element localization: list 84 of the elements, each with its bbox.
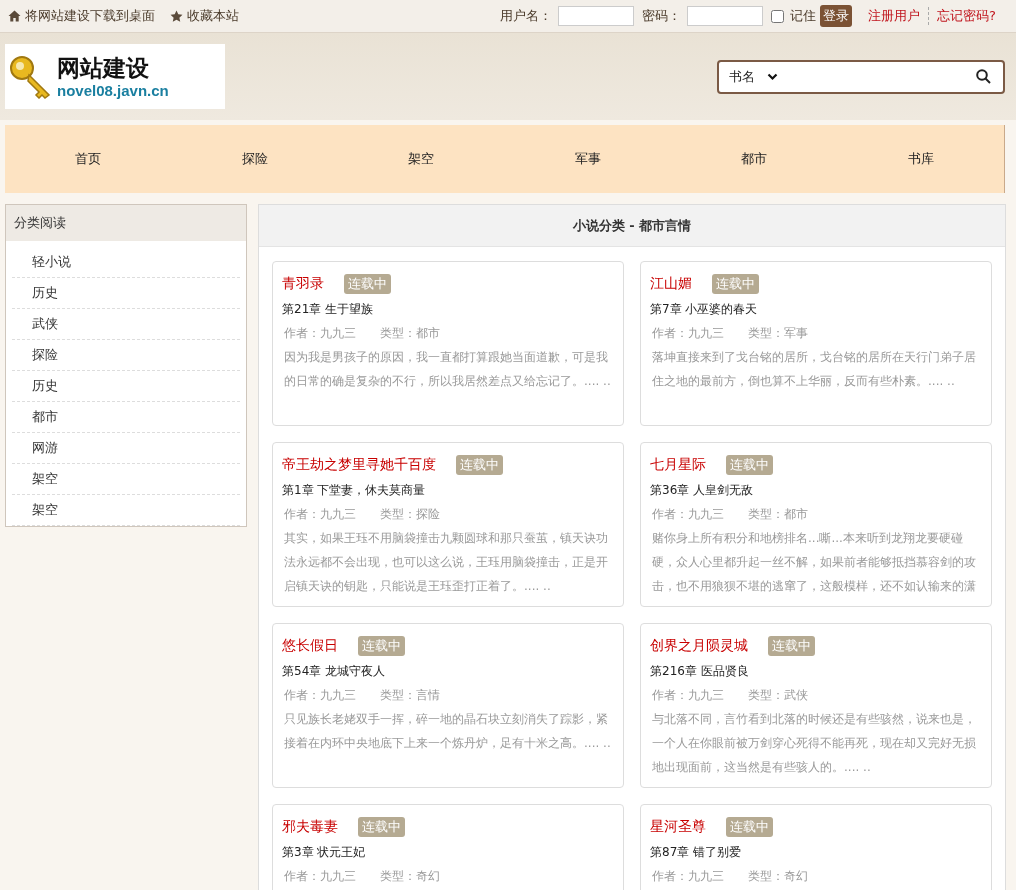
chapter-link[interactable]: 第21章 生于望族 [282, 301, 614, 318]
author-text: 作者：九九三 [652, 506, 724, 523]
author-text: 作者：九九三 [652, 868, 724, 885]
book-summary: 与北落不同，言竹看到北落的时候还是有些骇然，说来也是，一个人在你眼前被万剑穿心死得不能再死，现在却又完好无损地出现面前，这当然是有些骇人的。.... .. [651, 711, 977, 776]
book-title-link[interactable]: 江山媚 [650, 274, 692, 293]
status-badge: 连载中 [768, 635, 815, 656]
sidebar-item[interactable]: 轻小说 [12, 253, 71, 271]
genre-text: 类型：都市 [748, 506, 808, 523]
status-badge: 连载中 [726, 454, 773, 475]
book-title-link[interactable]: 七月星际 [650, 455, 706, 474]
nav-link[interactable]: 首页 [5, 125, 172, 193]
book-title-link[interactable]: 创界之月陨灵城 [650, 636, 748, 655]
sidebar-item[interactable]: 网游 [12, 439, 58, 457]
chapter-link[interactable]: 第54章 龙城守夜人 [282, 663, 614, 680]
author-text: 作者：九九三 [284, 687, 356, 704]
search-icon[interactable] [976, 69, 991, 84]
sidebar-item[interactable]: 架空 [12, 501, 58, 519]
chapter-link[interactable]: 第216章 医品贤良 [650, 663, 982, 680]
genre-text: 类型：都市 [380, 325, 440, 342]
book-title-link[interactable]: 青羽录 [282, 274, 324, 293]
nav-link[interactable]: 架空 [338, 125, 505, 193]
search-field[interactable]: 书名 [717, 59, 1005, 94]
genre-text: 类型：探险 [380, 506, 440, 523]
chapter-link[interactable]: 第36章 人皇剑无敌 [650, 482, 982, 499]
status-badge: 连载中 [358, 816, 405, 837]
sidebar-item[interactable]: 历史 [12, 377, 58, 395]
book-title-link[interactable]: 星河圣尊 [650, 817, 706, 836]
genre-text: 类型：武侠 [748, 687, 808, 704]
sidebar-item[interactable]: 都市 [12, 408, 58, 426]
nav-link[interactable]: 都市 [671, 125, 838, 193]
remember-label: 记住 [790, 7, 817, 25]
nav-link[interactable]: 军事 [504, 125, 671, 193]
status-badge: 连载中 [726, 816, 773, 837]
logo-title: 网站建设 [57, 54, 150, 82]
status-badge: 连载中 [344, 273, 391, 294]
username-field[interactable] [558, 6, 635, 26]
password-label: 密码： [642, 7, 682, 25]
home-icon [8, 10, 21, 22]
sidebar-item[interactable]: 探险 [12, 346, 58, 364]
status-badge: 连载中 [456, 454, 503, 475]
book-title-link[interactable]: 帝王劫之梦里寻她千百度 [282, 455, 436, 474]
forgot-password-link[interactable]: 忘记密码? [937, 7, 996, 25]
sidebar-header: 分类阅读 [6, 205, 246, 241]
book-title-link[interactable]: 邪夫毒妻 [282, 817, 338, 836]
genre-text: 类型：奇幻 [380, 868, 440, 885]
login-button[interactable]: 登录 [820, 5, 853, 27]
chapter-link[interactable]: 第3章 状元王妃 [282, 844, 614, 861]
book-summary: 赌你身上所有积分和地榜排名...嘶...本来听到龙翔龙要硬碰硬，众人心里都升起一丝不解，如果前者能够抵挡慕容剑的攻击，也不用狼狈不堪的逃窜了，这般模样，还不如认输来的潇 [651, 530, 977, 595]
book-summary: 只见族长老姥双手一挥，碎一地的晶石块立刻消失了踪影，紧接着在内环中央地底下上来一个炼丹炉，足有十米之高。.... .. [283, 711, 612, 752]
logo-url: novel08.javn.cn [57, 82, 169, 99]
username-label: 用户名： [500, 7, 553, 25]
key-icon [9, 54, 53, 99]
status-badge: 连载中 [358, 635, 405, 656]
topbar-link[interactable]: 收藏本站 [170, 7, 239, 25]
chapter-link[interactable]: 第7章 小巫婆的春天 [650, 301, 982, 318]
book-title-link[interactable]: 悠长假日 [282, 636, 338, 655]
chapter-link[interactable]: 第1章 下堂妻，休夫莫商量 [282, 482, 614, 499]
category-select[interactable]: 书名 [729, 67, 755, 86]
genre-text: 类型：奇幻 [748, 868, 808, 885]
sidebar-item[interactable]: 历史 [12, 284, 58, 302]
nav-link[interactable]: 书库 [837, 125, 1004, 193]
author-text: 作者：九九三 [284, 325, 356, 342]
book-summary: 因为我是男孩子的原因，我一直都打算跟她当面道歉，可是我的日常的确是复杂的不行，所以我居然差点又给忘记了。.... .. [283, 349, 612, 390]
chevron-down-icon [767, 72, 778, 81]
book-summary: 落坤直接来到了戈台铭的居所，戈台铭的居所在天行门弟子居住之地的最前方，倒也算不上华丽，反而有些朴素。.... .. [651, 349, 977, 390]
sidebar-item[interactable]: 架空 [12, 470, 58, 488]
panel-title: 小说分类 - 都市言情 [259, 205, 1005, 247]
author-text: 作者：九九三 [652, 325, 724, 342]
topbar-link[interactable]: 将网站建设下载到桌面 [8, 7, 155, 25]
chapter-link[interactable]: 第87章 错了别爱 [650, 844, 982, 861]
genre-text: 类型：军事 [748, 325, 808, 342]
nav-link[interactable]: 探险 [171, 125, 338, 193]
author-text: 作者：九九三 [284, 868, 356, 885]
author-text: 作者：九九三 [284, 506, 356, 523]
genre-text: 类型：言情 [380, 687, 440, 704]
author-text: 作者：九九三 [652, 687, 724, 704]
register-link[interactable]: 注册用户 [868, 7, 921, 25]
sidebar-item[interactable]: 武侠 [12, 315, 58, 333]
remember-checkbox[interactable] [771, 9, 785, 23]
book-summary: 其实，如果王珏不用脑袋撞击九颗圆球和那只蚕茧，镇天诀功法永远都不会出现，也可以这么说，王珏用脑袋撞击，正是开启镇天诀的钥匙，只能说是王珏歪打正着了。.... .. [283, 530, 609, 595]
site-logo[interactable]: 网站建设 novel08.javn.cn [5, 44, 225, 109]
status-badge: 连载中 [712, 273, 759, 294]
star-icon [170, 9, 183, 23]
password-field[interactable] [687, 6, 764, 26]
